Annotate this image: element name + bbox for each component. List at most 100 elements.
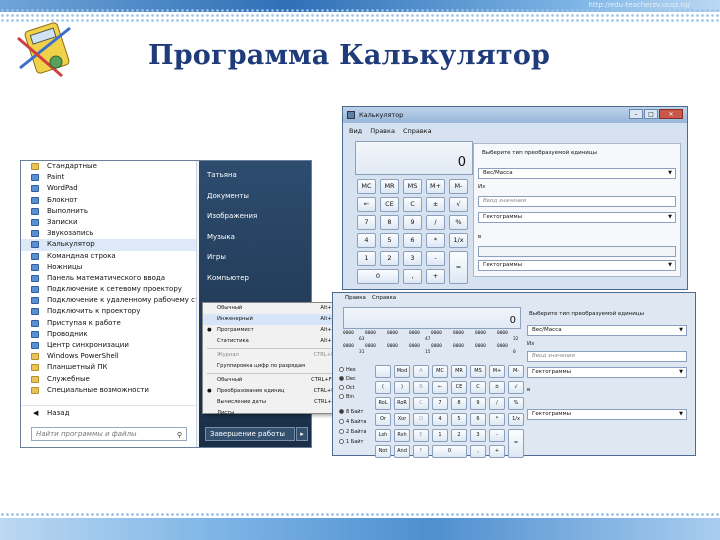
calculator-key[interactable]: Rsh xyxy=(394,429,410,442)
calculator-key[interactable]: = xyxy=(508,429,524,458)
program-item[interactable]: Выполнить xyxy=(21,206,196,217)
calculator-key[interactable]: 0 xyxy=(357,269,399,284)
calculator-key[interactable]: √ xyxy=(449,197,468,212)
unit-type-select[interactable]: Вес/Масса ▼ xyxy=(527,325,687,336)
calculator-key[interactable]: / xyxy=(489,397,505,410)
calculator-key[interactable]: * xyxy=(426,233,445,248)
to-unit-select[interactable]: Гектограммы ▼ xyxy=(478,260,676,271)
calculator-key[interactable]: 5 xyxy=(451,413,467,426)
to-unit-select[interactable]: Гектограммы ▼ xyxy=(527,409,687,420)
program-item[interactable]: Специальные возможности xyxy=(21,385,196,396)
calculator-key[interactable]: % xyxy=(508,397,524,410)
place-item[interactable]: Изображения xyxy=(199,206,311,227)
calculator-key[interactable]: 1/x xyxy=(508,413,524,426)
program-item[interactable]: Paint xyxy=(21,172,196,183)
radix-radio[interactable]: Bin xyxy=(339,394,354,400)
calculator-key[interactable]: 7 xyxy=(432,397,448,410)
memory-key[interactable]: M+ xyxy=(426,179,445,194)
view-menu-item[interactable]: Обычный CTRL+F4 xyxy=(203,375,341,386)
calculator-key[interactable]: Lsh xyxy=(375,429,391,442)
calculator-key[interactable]: D xyxy=(413,413,429,426)
from-unit-select[interactable]: Гектограммы ▼ xyxy=(478,212,676,223)
radix-radio[interactable]: Hex xyxy=(339,367,356,373)
calculator-key[interactable]: C xyxy=(403,197,422,212)
calculator-key[interactable]: MR xyxy=(451,365,467,378)
program-item[interactable]: Подключить к проектору xyxy=(21,306,196,317)
calculator-key[interactable]: 1 xyxy=(432,429,448,442)
radix-radio[interactable]: Oct xyxy=(339,385,355,391)
unit-type-select[interactable]: Вес/Масса ▼ xyxy=(478,168,676,179)
calculator-key[interactable]: % xyxy=(449,215,468,230)
memory-key[interactable]: M- xyxy=(449,179,468,194)
program-item[interactable]: Калькулятор xyxy=(21,239,196,251)
calculator-key[interactable]: Or xyxy=(375,413,391,426)
program-item[interactable]: Панель математического ввода xyxy=(21,273,196,284)
calculator-key[interactable]: ← xyxy=(357,197,376,212)
view-menu-item[interactable]: Журнал CTRL+H xyxy=(203,350,341,361)
calculator-key[interactable]: C xyxy=(413,397,429,410)
calculator-key[interactable]: RoL xyxy=(375,397,391,410)
program-item[interactable]: Командная строка xyxy=(21,251,196,262)
shutdown-button[interactable]: Завершение работы ▸ xyxy=(205,427,308,441)
program-item[interactable]: Служебные xyxy=(21,374,196,385)
program-item[interactable]: Планшетный ПК xyxy=(21,362,196,373)
menu-item[interactable]: Справка xyxy=(372,295,396,301)
calculator-key[interactable]: Not xyxy=(375,445,391,458)
memory-key[interactable]: MC xyxy=(357,179,376,194)
calculator-key[interactable]: 9 xyxy=(470,397,486,410)
calculator-key[interactable]: √ xyxy=(508,381,524,394)
program-item[interactable]: Windows PowerShell xyxy=(21,351,196,362)
calculator-key[interactable]: RoR xyxy=(394,397,410,410)
program-item[interactable]: Подключение к удаленному рабочему столу xyxy=(21,295,196,306)
program-item[interactable]: Записки xyxy=(21,217,196,228)
calculator-key[interactable]: 4 xyxy=(357,233,376,248)
calculator-key[interactable]: Xor xyxy=(394,413,410,426)
calculator-key[interactable]: CE xyxy=(380,197,399,212)
calculator-key[interactable]: 6 xyxy=(403,233,422,248)
value-input[interactable]: Ввод значения xyxy=(527,351,687,362)
calculator-key[interactable]: / xyxy=(426,215,445,230)
calculator-key[interactable]: Mod xyxy=(394,365,410,378)
calculator-key[interactable]: MS xyxy=(470,365,486,378)
program-item[interactable]: Центр синхронизации xyxy=(21,340,196,351)
view-menu-item[interactable]: ● Программист Alt+3 xyxy=(203,325,341,336)
calculator-key[interactable]: M+ xyxy=(489,365,505,378)
calculator-key[interactable]: B xyxy=(413,381,429,394)
calculator-key[interactable]: E xyxy=(413,429,429,442)
minimize-button[interactable]: – xyxy=(629,109,643,119)
calculator-key[interactable]: A xyxy=(413,365,429,378)
program-item[interactable]: Блокнот xyxy=(21,195,196,206)
calculator-key[interactable]: 5 xyxy=(380,233,399,248)
calculator-key[interactable]: - xyxy=(489,429,505,442)
calculator-key[interactable]: 8 xyxy=(451,397,467,410)
program-item[interactable]: Приступая к работе xyxy=(21,318,196,329)
memory-key[interactable]: MR xyxy=(380,179,399,194)
calculator-key[interactable]: 2 xyxy=(380,251,399,266)
calculator-key[interactable]: , xyxy=(403,269,422,284)
maximize-button[interactable]: □ xyxy=(644,109,658,119)
calculator-key[interactable]: 1/x xyxy=(449,233,468,248)
program-item[interactable]: Звукозапись xyxy=(21,228,196,239)
calculator-key[interactable]: - xyxy=(426,251,445,266)
calculator-key[interactable]: 3 xyxy=(470,429,486,442)
word-size-radio[interactable]: 2 Байта xyxy=(339,429,367,435)
program-item[interactable]: Ножницы xyxy=(21,262,196,273)
view-menu-item[interactable]: ● Преобразование единиц CTRL+U xyxy=(203,386,341,397)
calculator-key[interactable]: + xyxy=(426,269,445,284)
calculator-key[interactable]: 0 xyxy=(432,445,467,458)
calculator-key[interactable]: ) xyxy=(394,381,410,394)
search-input[interactable]: Найти программы и файлы ⚲ xyxy=(31,427,187,441)
program-item[interactable]: Стандартные xyxy=(21,161,196,172)
calculator-key[interactable]: F xyxy=(413,445,429,458)
radix-radio[interactable]: Dec xyxy=(339,376,356,382)
calculator-key[interactable]: M- xyxy=(508,365,524,378)
calculator-key[interactable]: 8 xyxy=(380,215,399,230)
view-menu-item[interactable]: Вычисление даты CTRL+E xyxy=(203,397,341,408)
menu-item[interactable]: Правка xyxy=(345,295,366,301)
view-menu-item[interactable]: Обычный Alt+1 xyxy=(203,303,341,314)
calculator-key[interactable]: ← xyxy=(432,381,448,394)
menu-item[interactable]: Правка xyxy=(370,127,395,135)
calculator-key[interactable]: MC xyxy=(432,365,448,378)
close-button[interactable]: ✕ xyxy=(659,109,683,119)
program-item[interactable]: WordPad xyxy=(21,183,196,194)
